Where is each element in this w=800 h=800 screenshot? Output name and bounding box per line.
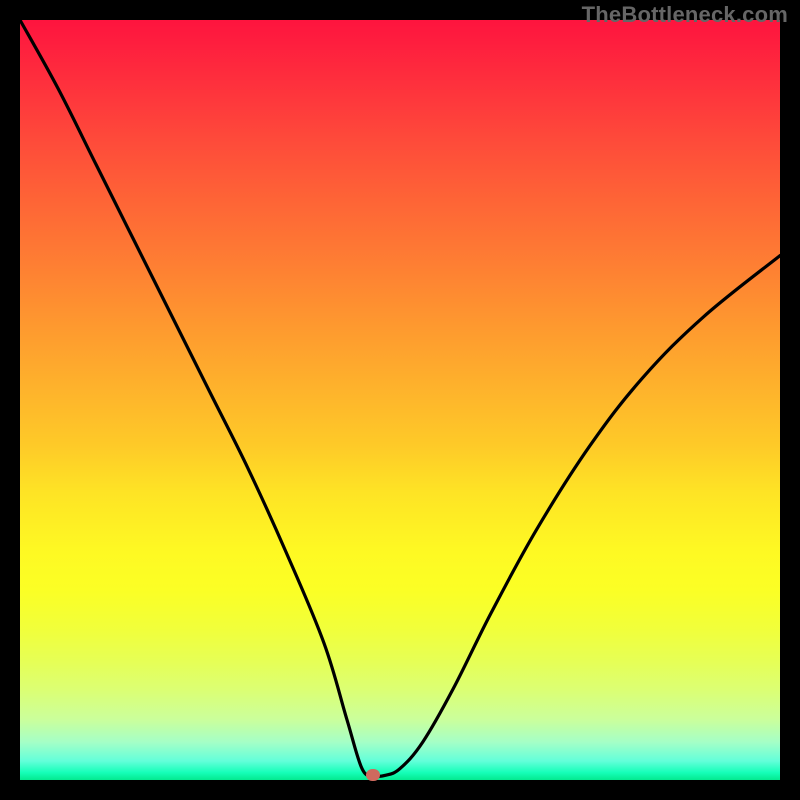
bottleneck-curve bbox=[20, 20, 780, 780]
watermark-text: TheBottleneck.com bbox=[582, 2, 788, 28]
plot-area bbox=[20, 20, 780, 780]
chart-frame: TheBottleneck.com bbox=[0, 0, 800, 800]
bottleneck-marker bbox=[366, 769, 380, 781]
